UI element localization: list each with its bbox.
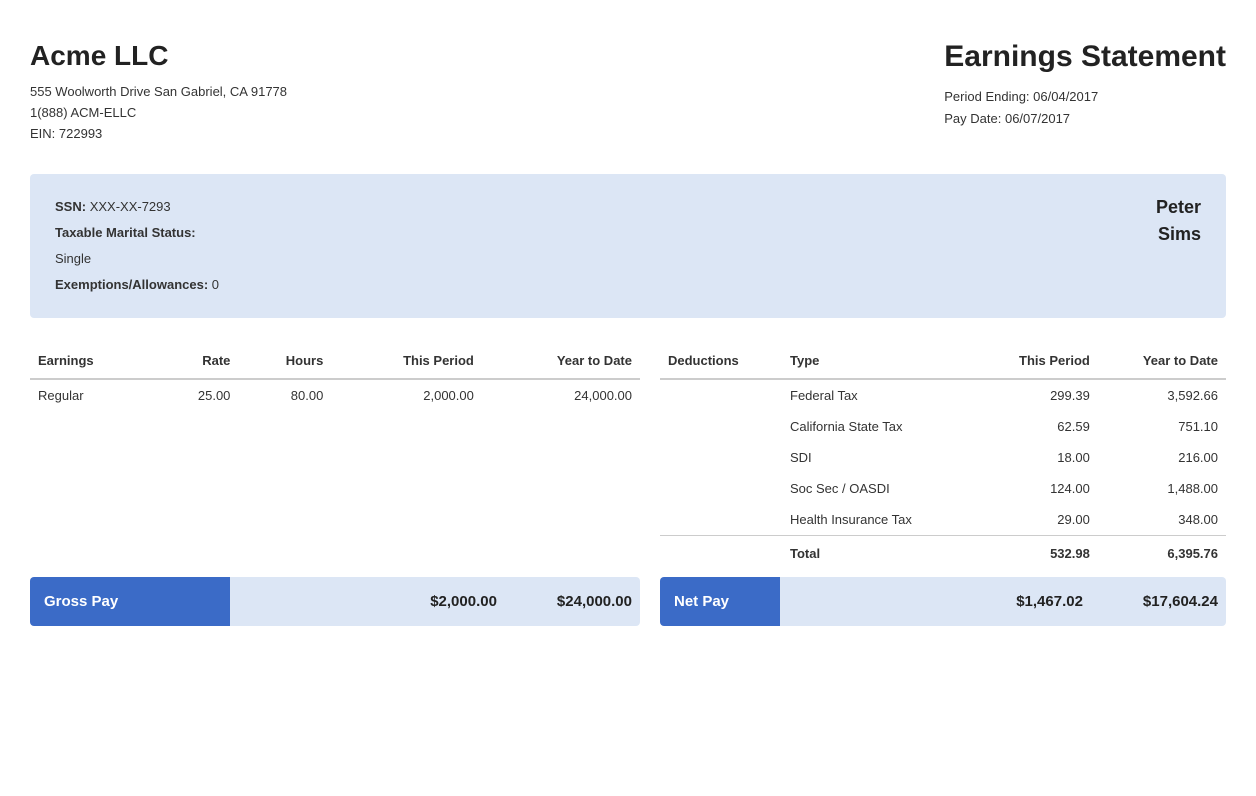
statement-title: Earnings Statement — [944, 40, 1226, 74]
earnings-header-row: Earnings Rate Hours This Period Year to … — [30, 343, 640, 379]
deduction-row-5: Health Insurance Tax 29.00 348.00 — [660, 504, 1226, 536]
total-empty — [660, 536, 782, 570]
gross-pay-this-period: $2,000.00 — [430, 593, 497, 610]
employee-info-box: SSN: XXX-XX-7293 Taxable Marital Status:… — [30, 174, 1226, 318]
deductions-header-row: Deductions Type This Period Year to Date — [660, 343, 1226, 379]
net-pay-ytd: $17,604.24 — [1143, 593, 1218, 610]
deduction-row-4: Soc Sec / OASDI 124.00 1,488.00 — [660, 473, 1226, 504]
deduction-this-period-3: 18.00 — [976, 442, 1098, 473]
company-info: Acme LLC 555 Woolworth Drive San Gabriel… — [30, 40, 287, 144]
deductions-total-row: Total 532.98 6,395.76 — [660, 536, 1226, 570]
deduction-this-period-1: 299.39 — [976, 379, 1098, 411]
employee-name: Peter Sims — [1156, 194, 1201, 248]
spacer-row-4 — [30, 459, 640, 475]
earnings-col-header: Earnings — [30, 343, 154, 379]
gross-pay-ytd: $24,000.00 — [557, 593, 632, 610]
year-to-date-col-header: Year to Date — [482, 343, 640, 379]
footer-bars-row: Gross Pay $2,000.00 $24,000.00 Net Pay $… — [30, 577, 1226, 626]
deductions-this-period-header: This Period — [976, 343, 1098, 379]
deduction-ytd-2: 751.10 — [1098, 411, 1226, 442]
spacer-row-2 — [30, 427, 640, 443]
earnings-rate: 25.00 — [154, 379, 238, 411]
company-ein: EIN: 722993 — [30, 124, 287, 145]
net-pay-label: Net Pay — [660, 577, 780, 626]
total-label: Total — [782, 536, 976, 570]
rate-col-header: Rate — [154, 343, 238, 379]
deduction-empty-4 — [660, 473, 782, 504]
net-pay-this-period: $1,467.02 — [1016, 593, 1083, 610]
tables-section: Earnings Rate Hours This Period Year to … — [30, 343, 1226, 569]
company-name: Acme LLC — [30, 40, 287, 72]
net-pay-bar-container: Net Pay $1,467.02 $17,604.24 — [660, 577, 1226, 626]
deduction-ytd-1: 3,592.66 — [1098, 379, 1226, 411]
marital-value: Single — [55, 251, 91, 266]
company-phone: 1(888) ACM-ELLC — [30, 103, 287, 124]
deduction-ytd-5: 348.00 — [1098, 504, 1226, 536]
period-ending: Period Ending: 06/04/2017 — [944, 86, 1226, 108]
type-col-header: Type — [782, 343, 976, 379]
deduction-empty-1 — [660, 379, 782, 411]
deduction-type-4: Soc Sec / OASDI — [782, 473, 976, 504]
deduction-type-2: California State Tax — [782, 411, 976, 442]
spacer-row — [30, 411, 640, 427]
deductions-table: Deductions Type This Period Year to Date… — [660, 343, 1226, 569]
earnings-table: Earnings Rate Hours This Period Year to … — [30, 343, 640, 491]
ssn-label: SSN: — [55, 199, 86, 214]
employee-last-name: Sims — [1158, 224, 1201, 244]
deduction-ytd-4: 1,488.00 — [1098, 473, 1226, 504]
deduction-empty-5 — [660, 504, 782, 536]
this-period-col-header: This Period — [331, 343, 482, 379]
earnings-section: Earnings Rate Hours This Period Year to … — [30, 343, 640, 491]
earnings-ytd: 24,000.00 — [482, 379, 640, 411]
exemptions-value: 0 — [212, 277, 219, 292]
gross-pay-amounts: $2,000.00 $24,000.00 — [230, 577, 640, 626]
spacer-row-5 — [30, 475, 640, 491]
deduction-this-period-2: 62.59 — [976, 411, 1098, 442]
employee-details-left: SSN: XXX-XX-7293 Taxable Marital Status:… — [55, 194, 219, 298]
earnings-this-period: 2,000.00 — [331, 379, 482, 411]
deduction-type-1: Federal Tax — [782, 379, 976, 411]
deduction-this-period-5: 29.00 — [976, 504, 1098, 536]
pay-date: Pay Date: 06/07/2017 — [944, 108, 1226, 130]
deduction-empty-2 — [660, 411, 782, 442]
deduction-row-3: SDI 18.00 216.00 — [660, 442, 1226, 473]
deduction-empty-3 — [660, 442, 782, 473]
earnings-type: Regular — [30, 379, 154, 411]
gross-pay-bar-container: Gross Pay $2,000.00 $24,000.00 — [30, 577, 640, 626]
deduction-type-5: Health Insurance Tax — [782, 504, 976, 536]
earnings-footer: Gross Pay $2,000.00 $24,000.00 — [30, 577, 640, 626]
marital-label: Taxable Marital Status: — [55, 225, 196, 240]
exemptions-label: Exemptions/Allowances: — [55, 277, 208, 292]
earnings-hours: 80.00 — [238, 379, 331, 411]
deduction-row-1: Federal Tax 299.39 3,592.66 — [660, 379, 1226, 411]
statement-info: Earnings Statement Period Ending: 06/04/… — [944, 40, 1226, 130]
gross-pay-label: Gross Pay — [30, 577, 230, 626]
deductions-ytd-header: Year to Date — [1098, 343, 1226, 379]
net-pay-amounts: $1,467.02 $17,604.24 — [780, 577, 1226, 626]
deduction-ytd-3: 216.00 — [1098, 442, 1226, 473]
total-ytd: 6,395.76 — [1098, 536, 1226, 570]
deductions-col-header: Deductions — [660, 343, 782, 379]
total-this-period: 532.98 — [976, 536, 1098, 570]
page-header: Acme LLC 555 Woolworth Drive San Gabriel… — [30, 40, 1226, 144]
deductions-footer: Net Pay $1,467.02 $17,604.24 — [660, 577, 1226, 626]
ssn-value: XXX-XX-7293 — [90, 199, 171, 214]
company-address: 555 Woolworth Drive San Gabriel, CA 9177… — [30, 82, 287, 103]
deductions-section: Deductions Type This Period Year to Date… — [660, 343, 1226, 569]
deduction-this-period-4: 124.00 — [976, 473, 1098, 504]
deduction-row-2: California State Tax 62.59 751.10 — [660, 411, 1226, 442]
hours-col-header: Hours — [238, 343, 331, 379]
deduction-type-3: SDI — [782, 442, 976, 473]
employee-first-name: Peter — [1156, 197, 1201, 217]
earnings-row: Regular 25.00 80.00 2,000.00 24,000.00 — [30, 379, 640, 411]
spacer-row-3 — [30, 443, 640, 459]
